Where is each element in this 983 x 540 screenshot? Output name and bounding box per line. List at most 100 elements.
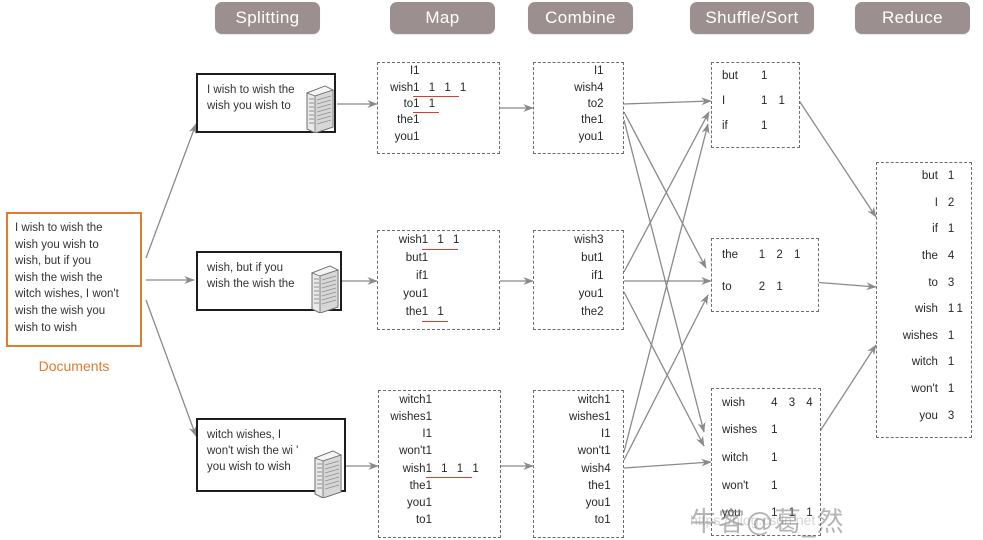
kv-value: 1 <box>947 223 958 236</box>
wire-combine-1-to-shuffle-2 <box>623 111 707 269</box>
kv-value: 1 <box>597 114 607 127</box>
kv-key: you <box>578 288 598 300</box>
stage-label: Reduce <box>882 8 943 27</box>
kv-key: but <box>581 252 598 264</box>
kv-value: 1 <box>760 120 772 133</box>
documents-line: wish the wish you <box>15 304 106 317</box>
kv-value: 1 <box>947 356 958 369</box>
kv-key: to <box>722 281 732 293</box>
kv-row: won't 1 <box>379 443 500 460</box>
kv-row: to 2 <box>534 96 623 112</box>
combine-table-1: I 1 wish 4 to 2 the 1 you 1 <box>534 63 623 145</box>
kv-value: 1 1 1 <box>421 231 499 250</box>
kv-key: I <box>934 196 938 209</box>
kv-row: to 3 <box>877 269 971 296</box>
documents-line: witch wishes, I won't <box>15 288 119 301</box>
kv-key: you <box>585 497 605 510</box>
kv-value: 1 <box>413 130 423 143</box>
kv-value: 2 <box>597 306 607 318</box>
stage-label: Map <box>425 8 460 27</box>
combine-box-2: wish 3 but 1 if 1 you 1 the 2 <box>533 230 624 330</box>
kv-key: I <box>409 65 414 78</box>
kv-value: 1 <box>425 445 435 458</box>
kv-key: witch <box>911 356 938 369</box>
map-table-1: I 1 wish 1 1 1 1 to 1 1 the 1 you 1 <box>378 63 499 145</box>
stage-label: Splitting <box>235 8 300 27</box>
kv-row: won't 1 <box>534 443 623 460</box>
kv-row: wish 4 <box>534 460 623 477</box>
kv-key: wish <box>574 234 598 246</box>
kv-row: wishes 1 <box>712 417 820 445</box>
kv-key: won't <box>722 479 749 492</box>
kv-value: 1 1 <box>413 96 499 114</box>
kv-key: won't <box>577 445 605 458</box>
kv-row: won't 1 <box>877 376 971 403</box>
kv-row: the 1 2 1 <box>712 239 818 271</box>
kv-key: if <box>416 270 422 282</box>
documents-line: wish the wish the <box>15 271 103 284</box>
kv-row: I 1 1 <box>712 88 799 113</box>
kv-value: 1 1 <box>421 303 499 322</box>
shuffle-box-1: but 1 I 1 1 if 1 <box>711 62 800 148</box>
kv-row: if 1 <box>712 114 799 139</box>
watermark-text: 牛客@葛_然 <box>690 507 845 538</box>
kv-row: the 1 <box>378 112 499 128</box>
kv-row: the 1 <box>534 112 623 128</box>
kv-value: 1 <box>413 65 423 78</box>
kv-value: 1 <box>413 114 423 127</box>
kv-row: I2 <box>877 190 971 217</box>
kv-key: if <box>932 223 938 236</box>
kv-key: I <box>593 65 598 78</box>
kv-key: you <box>919 409 938 422</box>
kv-row: wish 1 1 1 <box>378 231 499 250</box>
kv-row: to 2 1 <box>712 271 818 303</box>
wire-combine-3-to-shuffle-2 <box>623 294 709 461</box>
reduce-box: but 1 I 2 if 1 the 4 to 3 wish 11 wishes 1 witch 1 won't… <box>876 162 972 438</box>
kv-key: you <box>403 288 422 300</box>
wire-combine-3-to-shuffle-3 <box>623 458 712 469</box>
wire-docs-to-split-3 <box>145 299 197 437</box>
kv-key: but <box>405 252 422 264</box>
kv-value: 1 1 <box>760 94 789 107</box>
kv-value: 1 <box>597 65 607 78</box>
kv-row: wish 1 1 1 1 <box>379 460 500 479</box>
kv-key: wish <box>914 303 938 316</box>
kv-row: witch 1 <box>534 391 623 408</box>
kv-row: you 1 <box>378 129 499 145</box>
kv-key: if <box>722 120 728 133</box>
kv-key: the <box>409 479 426 492</box>
stage-pill-reduce: Reduce <box>855 2 970 34</box>
map-table-2: wish 1 1 1 but 1 if 1 you 1 the 1 1 <box>378 231 499 322</box>
kv-row: if 1 <box>534 267 623 285</box>
kv-row: the 1 <box>534 477 623 494</box>
kv-value: 1 <box>771 424 782 437</box>
kv-row: you 1 <box>534 495 623 512</box>
kv-value: 1 <box>947 170 958 183</box>
stage-pill-map: Map <box>390 2 495 34</box>
kv-key: you <box>578 130 598 143</box>
kv-value: 1 <box>604 497 614 510</box>
kv-value: 4 <box>604 462 614 475</box>
kv-key: the <box>581 114 598 127</box>
kv-row: wishes 1 <box>877 323 971 350</box>
kv-key: you <box>394 130 414 143</box>
kv-value: 1 <box>421 270 432 282</box>
kv-key: I <box>422 428 426 441</box>
documents-box: I wish to wish the wish you wish to wish… <box>6 212 142 347</box>
kv-value: 4 <box>597 81 607 94</box>
server-icon <box>313 450 343 498</box>
kv-key: I <box>722 94 726 107</box>
kv-row: you 1 <box>534 285 623 303</box>
kv-value: 1 <box>425 479 435 492</box>
map-box-1: I 1 wish 1 1 1 1 to 1 1 the 1 you 1 <box>377 62 500 154</box>
kv-value: 1 <box>421 288 432 300</box>
kv-value: 1 <box>604 479 614 492</box>
reduce-table: but 1 I 2 if 1 the 4 to 3 wish 11 wishes 1 witch 1 won't… <box>877 163 971 429</box>
documents-line: wish, but if you <box>15 255 92 268</box>
kv-row: the 1 1 <box>378 303 499 322</box>
kv-key: won't <box>911 383 938 396</box>
kv-key: the <box>405 306 422 318</box>
kv-row: you 1 <box>378 285 499 303</box>
kv-row: witch 1 <box>379 391 500 408</box>
kv-row: but 1 <box>712 63 799 88</box>
